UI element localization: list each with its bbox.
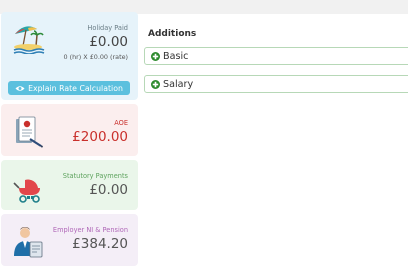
plus-circle-icon xyxy=(151,51,160,61)
statutory-payments-label: Statutory Payments xyxy=(62,172,128,180)
aoe-card: AOE £200.00 xyxy=(1,104,138,156)
statutory-payments-amount: £0.00 xyxy=(89,182,128,198)
addition-item-label: Salary xyxy=(163,78,194,90)
eye-icon xyxy=(15,85,25,91)
employer-ni-pension-label: Employer NI & Pension xyxy=(52,226,128,234)
pram-icon xyxy=(13,179,40,203)
holiday-rate-text: 0 (hr) X £0.00 (rate) xyxy=(63,53,129,61)
holiday-paid-label: Holiday Paid xyxy=(87,24,128,32)
beach-umbrella-icon xyxy=(13,26,45,54)
additions-title: Additions xyxy=(148,29,197,39)
addition-item-basic[interactable]: Basic xyxy=(144,47,408,65)
holiday-paid-card: Holiday Paid £0.00 0 (hr) X £0.00 (rate)… xyxy=(1,12,138,100)
aoe-label: AOE xyxy=(114,119,128,127)
addition-item-salary[interactable]: Salary xyxy=(144,75,408,93)
holiday-paid-amount: £0.00 xyxy=(89,34,128,50)
statutory-payments-card: Statutory Payments £0.00 xyxy=(1,160,138,210)
plus-circle-icon xyxy=(151,79,160,89)
employer-ni-pension-card: Employer NI & Pension £384.20 xyxy=(1,214,138,266)
addition-item-label: Basic xyxy=(163,50,189,62)
explain-rate-button[interactable]: Explain Rate Calculation xyxy=(8,81,130,95)
aoe-amount: £200.00 xyxy=(72,129,128,145)
employer-ni-pension-amount: £384.20 xyxy=(72,236,128,252)
explain-rate-label: Explain Rate Calculation xyxy=(28,83,123,93)
employer-icon xyxy=(14,227,43,258)
court-order-document-icon xyxy=(16,116,43,148)
